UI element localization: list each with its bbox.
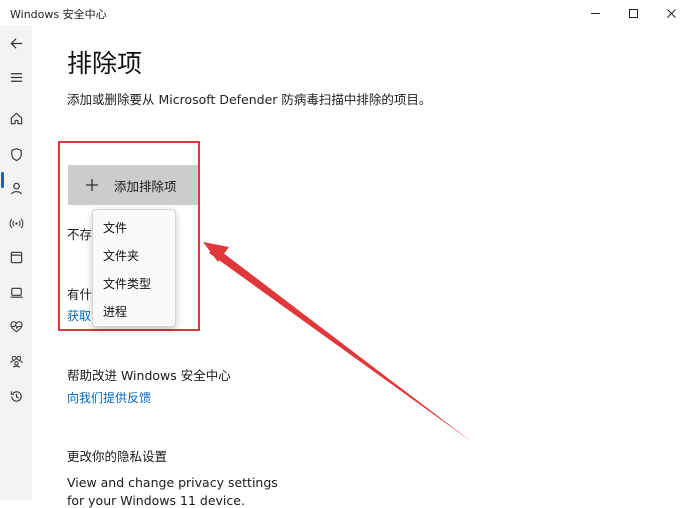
annotation-arrow [203,242,472,442]
annotation-arrow-shaft [209,246,472,442]
